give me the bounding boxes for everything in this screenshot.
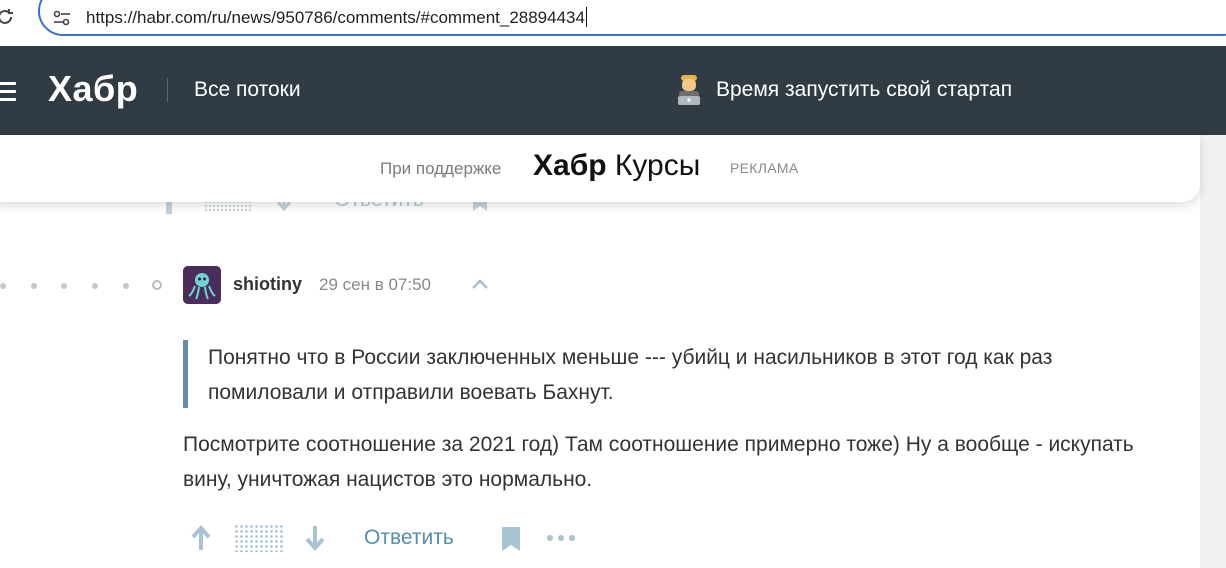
burger-menu-icon[interactable] — [0, 82, 16, 101]
arrow-down-icon[interactable] — [304, 524, 326, 552]
programmer-emoji-icon — [678, 75, 700, 105]
thread-level-dot — [61, 283, 67, 289]
chevron-up-icon[interactable] — [470, 276, 490, 292]
browser-toolbar: https://habr.com/ru/news/950786/comments… — [0, 0, 1226, 46]
thread-level-dot — [31, 283, 37, 289]
header-divider — [167, 78, 168, 102]
more-dots-icon[interactable] — [545, 528, 577, 548]
thread-current-level-ring[interactable] — [152, 280, 162, 290]
site-logo[interactable]: Хабр — [48, 68, 138, 110]
comment-score — [234, 524, 284, 552]
bookmark-icon[interactable] — [500, 526, 522, 552]
sponsor-banner[interactable]: При поддержке Хабр Курсы РЕКЛАМА — [0, 135, 1200, 202]
ad-label: РЕКЛАМА — [730, 160, 799, 176]
url-text[interactable]: https://habr.com/ru/news/950786/comments… — [86, 7, 587, 28]
quote-bar — [183, 340, 188, 408]
reply-button[interactable]: Ответить — [364, 526, 454, 550]
sponsor-brand-bold: Хабр — [533, 149, 607, 182]
text-caret — [585, 7, 587, 27]
comment-body: Посмотрите соотношение за 2021 год) Там … — [183, 433, 1134, 491]
tune-icon[interactable] — [52, 8, 72, 28]
thread-level-dot — [123, 283, 129, 289]
thread-level-dot — [92, 283, 98, 289]
promo-link[interactable]: Время запустить свой стартап — [716, 78, 1012, 102]
site-header: Хабр Все потоки Время запустить свой ста… — [0, 46, 1226, 135]
thread-level-dot — [0, 283, 6, 289]
sponsor-brand-regular: Курсы — [606, 149, 701, 182]
username[interactable]: shiotiny — [233, 274, 302, 295]
sponsor-brand[interactable]: Хабр Курсы — [533, 149, 700, 183]
comment-timestamp[interactable]: 29 сен в 07:50 — [319, 275, 431, 295]
arrow-up-icon[interactable] — [190, 524, 212, 552]
quote-text: Понятно что в России заключенных меньше … — [208, 346, 1053, 404]
all-streams-link[interactable]: Все потоки — [194, 78, 301, 102]
avatar[interactable] — [183, 266, 221, 304]
page-right-gutter — [1200, 135, 1226, 568]
reload-icon[interactable] — [0, 6, 16, 28]
sponsor-label: При поддержке — [380, 159, 502, 178]
